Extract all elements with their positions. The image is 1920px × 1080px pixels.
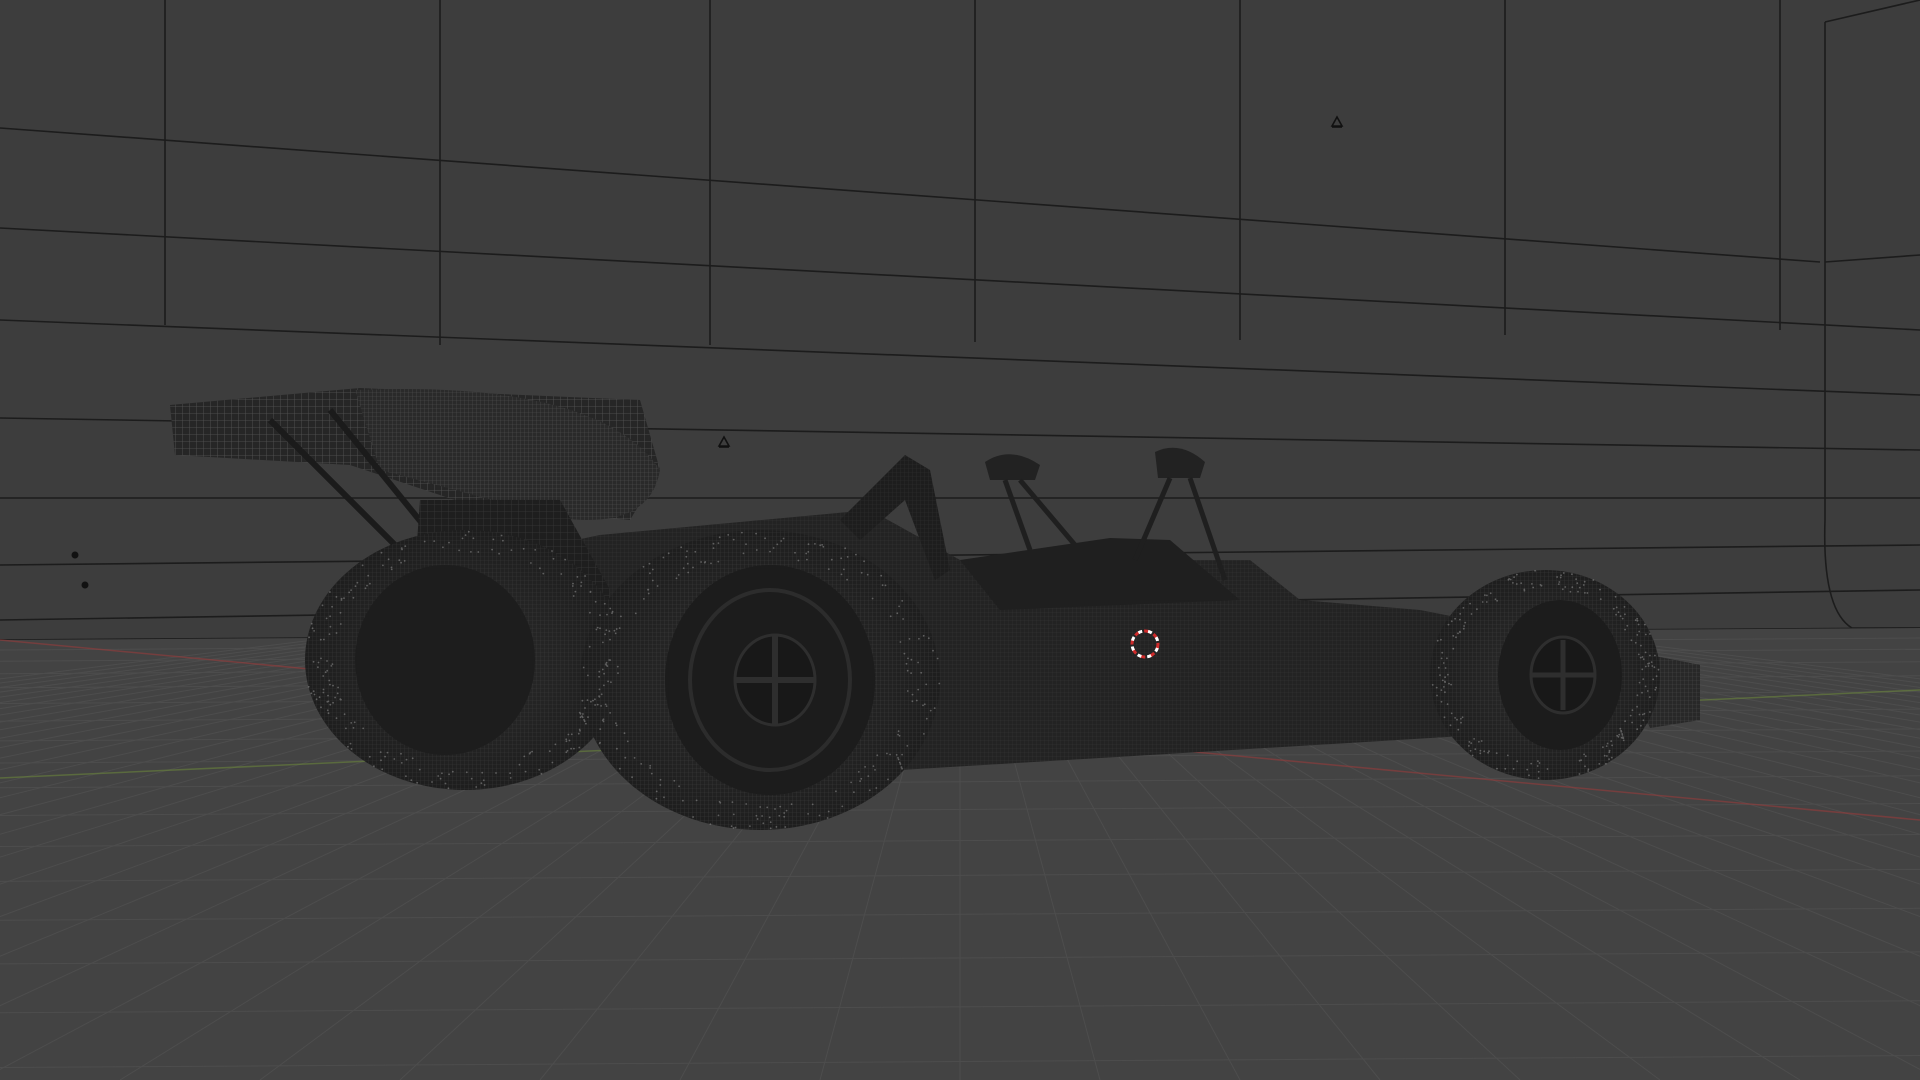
light-icon[interactable]: [81, 581, 89, 589]
viewport-canvas[interactable]: [0, 0, 1920, 1080]
front-right-wheel[interactable]: [1430, 570, 1660, 780]
rear-left-wheel[interactable]: [305, 530, 625, 790]
rear-right-wheel[interactable]: [580, 530, 940, 830]
backdrop-wall: [0, 0, 1920, 641]
3d-viewport[interactable]: [0, 0, 1920, 1080]
light-icon[interactable]: [71, 551, 79, 559]
